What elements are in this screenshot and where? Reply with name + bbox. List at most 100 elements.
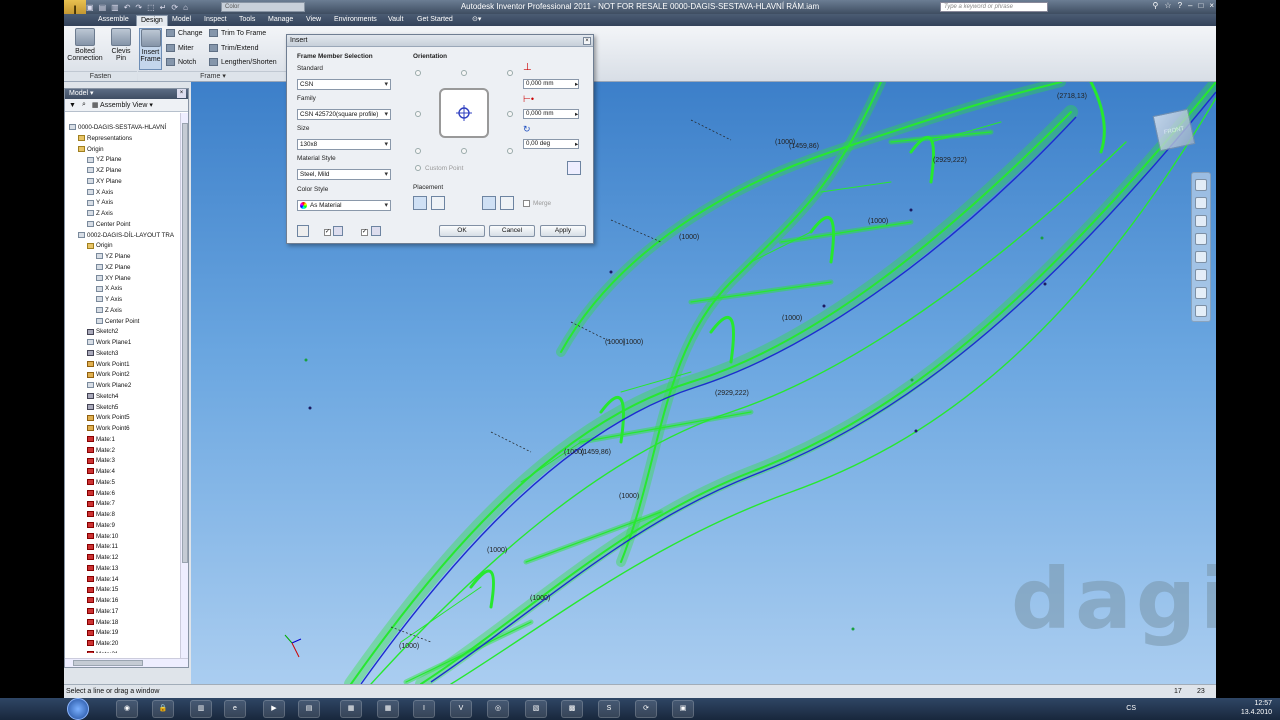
tree-node[interactable]: XY Plane (67, 274, 177, 285)
tree-node[interactable]: X Axis (67, 284, 177, 295)
tree-node[interactable]: Center Point (67, 317, 177, 328)
ribbon-options-icon[interactable]: ⊙▾ (468, 15, 485, 26)
placement-points-icon[interactable] (431, 196, 445, 210)
orientation-radio-tl[interactable] (415, 70, 421, 76)
tab-view[interactable]: View (302, 15, 325, 26)
minimize-button[interactable]: – (1188, 1, 1192, 10)
option-checkbox-1[interactable]: ✓ (324, 229, 331, 236)
family-select[interactable]: CSN 425720(square profile) (297, 109, 391, 120)
tree-node[interactable]: Mate:21 (67, 650, 177, 653)
media-player-icon[interactable]: ▶ (263, 700, 285, 718)
tree-node[interactable]: Origin (67, 241, 177, 252)
insert-frame-button[interactable]: Insert Frame (139, 28, 162, 70)
vault-icon[interactable]: V (450, 700, 472, 718)
security-icon[interactable]: 🔒 (152, 700, 174, 718)
start-button[interactable] (67, 698, 89, 720)
select-icon[interactable] (482, 196, 496, 210)
tree-node[interactable]: Mate:7 (67, 499, 177, 510)
tree-node[interactable]: Mate:6 (67, 489, 177, 500)
tree-node[interactable]: Mate:10 (67, 532, 177, 543)
tree-node[interactable]: Mate:11 (67, 542, 177, 553)
tree-node[interactable]: Sketch4 (67, 392, 177, 403)
help-icon[interactable] (297, 225, 309, 237)
tree-node[interactable]: Mate:3 (67, 456, 177, 467)
orientation-radio-br[interactable] (507, 148, 513, 154)
size-select[interactable]: 130x8 (297, 139, 391, 150)
tree-node[interactable]: XZ Plane (67, 263, 177, 274)
tab-inspect[interactable]: Inspect (200, 15, 231, 26)
tab-get-started[interactable]: Get Started (413, 15, 457, 26)
folder-icon[interactable]: ▤ (298, 700, 320, 718)
search-input[interactable]: Type a keyword or phrase (940, 2, 1048, 12)
browser-header[interactable]: Model ▾ × (65, 89, 188, 99)
find-icon[interactable]: ⌕ (82, 101, 86, 109)
cancel-button[interactable]: Cancel (489, 225, 535, 237)
miter-button[interactable]: Miter (166, 44, 194, 52)
assembly-view-dropdown[interactable]: ▦ Assembly View ▾ (92, 101, 153, 109)
app-icon-2[interactable]: ▦ (377, 700, 399, 718)
tree-node[interactable]: Work Point1 (67, 360, 177, 371)
tree-node[interactable]: Mate:18 (67, 618, 177, 629)
apply-button[interactable]: Apply (540, 225, 586, 237)
bolted-connection-button[interactable]: Bolted Connection (66, 28, 104, 62)
custom-point-radio[interactable] (415, 165, 421, 171)
tree-node[interactable]: YZ Plane (67, 252, 177, 263)
explorer-icon[interactable]: ▥ (190, 700, 212, 718)
trim-extend-button[interactable]: Trim/Extend (209, 44, 258, 52)
placement-line-icon[interactable] (413, 196, 427, 210)
trim-to-frame-button[interactable]: Trim To Frame (209, 29, 266, 37)
horizontal-offset-input[interactable]: 0,000 mm (523, 109, 579, 119)
tab-manage[interactable]: Manage (264, 15, 297, 26)
tab-tools[interactable]: Tools (235, 15, 259, 26)
center-point-icon[interactable] (441, 90, 487, 136)
clock-date[interactable]: 13.4.2010 (1241, 708, 1272, 717)
app-icon-1[interactable]: ▦ (340, 700, 362, 718)
tree-node[interactable]: XZ Plane (67, 166, 177, 177)
orbit-icon[interactable] (1195, 233, 1207, 245)
clock-time[interactable]: 12:57 (1241, 699, 1272, 708)
language-indicator[interactable]: CS (1126, 704, 1136, 713)
frame-group-label[interactable]: Frame ▾ (138, 71, 288, 81)
browser-vertical-scrollbar[interactable] (180, 113, 188, 659)
tree-node[interactable]: 0000-DAGIS-SESTAVA-HLAVNÍ (67, 123, 177, 134)
notch-button[interactable]: Notch (166, 58, 196, 66)
view-face-icon[interactable] (1195, 305, 1207, 317)
pan-icon[interactable] (1195, 197, 1207, 209)
app-icon-6[interactable]: ⟳ (635, 700, 657, 718)
ie-icon[interactable]: e (224, 700, 246, 718)
tree-node[interactable]: Work Plane2 (67, 381, 177, 392)
vertical-scroll-thumb[interactable] (182, 123, 188, 563)
orientation-radio-bc[interactable] (461, 148, 467, 154)
horizontal-scroll-thumb[interactable] (73, 660, 143, 666)
tree-node[interactable]: Sketch2 (67, 327, 177, 338)
tree-node[interactable]: Mate:16 (67, 596, 177, 607)
filter-icon[interactable]: ▼ (69, 102, 76, 109)
rotation-spinner-icon[interactable]: ▸ (575, 140, 578, 148)
tree-node[interactable]: YZ Plane (67, 155, 177, 166)
rotation-input[interactable]: 0,00 deg (523, 139, 579, 149)
tab-vault[interactable]: Vault (384, 15, 407, 26)
tree-node[interactable]: X Axis (67, 188, 177, 199)
tree-node[interactable]: Origin (67, 145, 177, 156)
dialog-titlebar[interactable]: Insert × (287, 35, 593, 47)
tree-node[interactable]: Sketch5 (67, 403, 177, 414)
help-icon[interactable]: ? (1178, 1, 1182, 10)
tree-node[interactable]: Mate:20 (67, 639, 177, 650)
tab-model[interactable]: Model (168, 15, 195, 26)
app-icon-7[interactable]: ▣ (672, 700, 694, 718)
orientation-radio-ml[interactable] (415, 111, 421, 117)
chrome-icon[interactable]: ◉ (116, 700, 138, 718)
app-icon-3[interactable]: ◎ (487, 700, 509, 718)
tree-node[interactable]: Work Point2 (67, 370, 177, 381)
app-icon-5[interactable]: ▩ (561, 700, 583, 718)
pick-icon[interactable] (500, 196, 514, 210)
look-at-icon[interactable] (1195, 251, 1207, 263)
ok-button[interactable]: OK (439, 225, 485, 237)
orientation-radio-tc[interactable] (461, 70, 467, 76)
zoom-window-icon[interactable] (1195, 287, 1207, 299)
tree-node[interactable]: Y Axis (67, 295, 177, 306)
tree-node[interactable]: Center Point (67, 220, 177, 231)
orientation-radio-mr[interactable] (507, 111, 513, 117)
zoom-all-icon[interactable] (1195, 269, 1207, 281)
mirror-icon[interactable] (567, 161, 581, 175)
